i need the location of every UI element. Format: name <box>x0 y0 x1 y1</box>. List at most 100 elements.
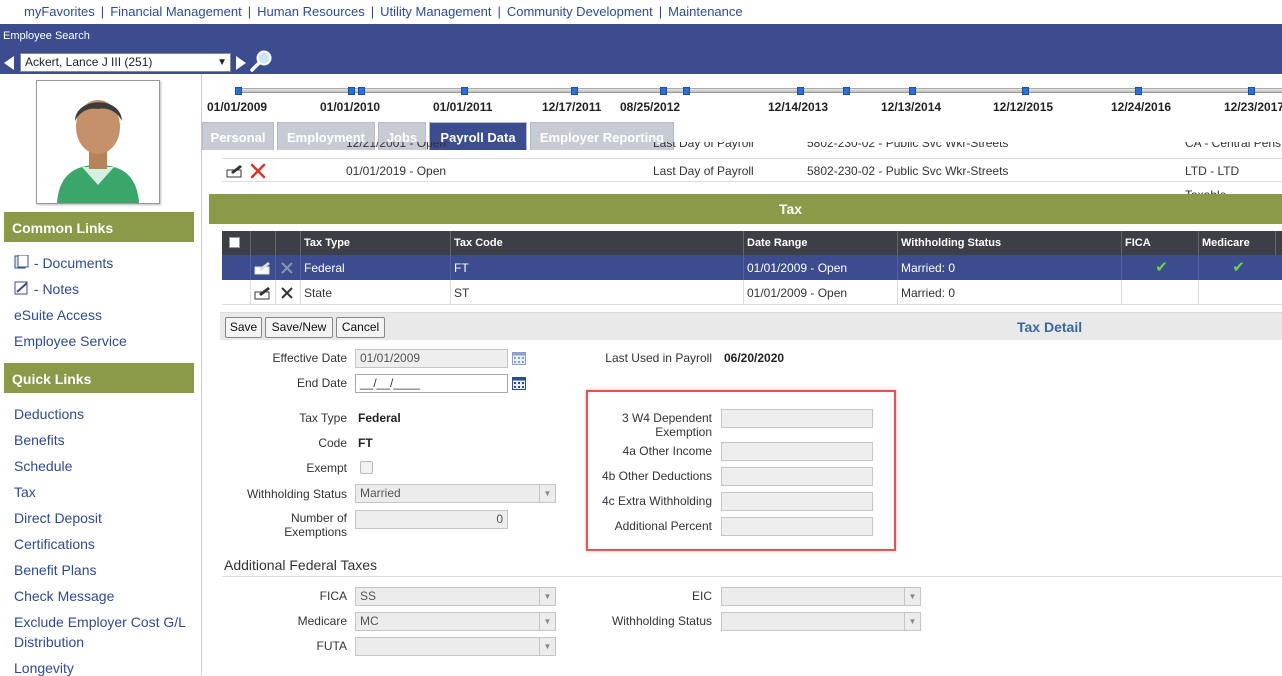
divider <box>222 576 1282 577</box>
withholding-status-select[interactable]: Married ▼ <box>355 484 556 503</box>
sidebar-link-longevity[interactable]: Longevity <box>14 660 74 676</box>
sidebar-link-tax[interactable]: Tax <box>14 484 36 500</box>
sidebar-link-schedule[interactable]: Schedule <box>14 458 72 474</box>
timeline-node[interactable] <box>358 87 365 95</box>
next-employee-arrow-icon[interactable] <box>236 56 246 70</box>
edit-icon[interactable] <box>254 286 272 300</box>
column-tax-code[interactable]: Tax Code <box>450 231 743 255</box>
additional-percent-field[interactable] <box>721 517 873 536</box>
sidebar-link-check-message[interactable]: Check Message <box>14 588 114 604</box>
chevron-down-icon: ▼ <box>539 485 555 502</box>
search-magnifier-icon[interactable] <box>249 49 273 73</box>
detail-toolbar: Save Save/New Cancel Tax Detail <box>220 312 1282 340</box>
edit-icon[interactable] <box>226 164 244 178</box>
other-deductions-field[interactable] <box>721 467 873 486</box>
deduction-row-partial: 12/21/2001 - Open Last Day of Payroll 58… <box>346 142 1282 150</box>
medicare-select[interactable]: MC ▼ <box>355 612 556 631</box>
edit-icon[interactable] <box>254 261 272 275</box>
w4-dependent-exemption-field[interactable] <box>721 409 873 428</box>
sidebar-link-esuite-access[interactable]: eSuite Access <box>14 307 102 323</box>
futa-label: FUTA <box>316 639 347 653</box>
save-new-button[interactable]: Save/New <box>265 317 333 338</box>
timeline-track <box>235 88 1282 93</box>
number-of-exemptions-field[interactable]: 0 <box>355 510 508 529</box>
sidebar-link-direct-deposit[interactable]: Direct Deposit <box>14 510 102 526</box>
effective-date-field[interactable]: 01/01/2009 <box>355 349 508 368</box>
sidebar-link-exclude-employer-cost-line2[interactable]: Distribution <box>14 634 84 650</box>
other-income-field[interactable] <box>721 442 873 461</box>
sidebar-link-documents[interactable]: - Documents <box>14 254 113 271</box>
timeline-node[interactable] <box>1248 87 1255 95</box>
deduction-row[interactable]: 01/01/2019 - Open Last Day of Payroll 58… <box>222 158 1282 202</box>
extra-withholding-field[interactable] <box>721 492 873 511</box>
previous-employee-arrow-icon[interactable] <box>4 56 14 70</box>
table-row[interactable]: State ST 01/01/2009 - Open Married: 0 <box>222 280 1282 305</box>
timeline-date[interactable]: 12/12/2015 <box>993 100 1053 114</box>
table-row[interactable]: Federal FT 01/01/2009 - Open Married: 0 … <box>222 255 1282 280</box>
timeline-node[interactable] <box>660 87 667 95</box>
fica-select[interactable]: SS ▼ <box>355 587 556 606</box>
exempt-checkbox[interactable] <box>360 461 373 474</box>
nav-human-resources[interactable]: Human Resources <box>257 4 365 19</box>
calendar-icon[interactable] <box>512 351 526 365</box>
timeline-node[interactable] <box>571 87 578 95</box>
exempt-label: Exempt <box>306 461 347 475</box>
sidebar-link-exclude-employer-cost[interactable]: Exclude Employer Cost G/L <box>14 614 186 630</box>
sidebar-link-deductions[interactable]: Deductions <box>14 406 84 422</box>
column-date-range[interactable]: Date Range <box>743 231 897 255</box>
timeline-date[interactable]: 12/14/2013 <box>768 100 828 114</box>
save-button[interactable]: Save <box>225 317 262 338</box>
timeline-node[interactable] <box>909 87 916 95</box>
timeline-node[interactable] <box>843 87 850 95</box>
sidebar-link-notes[interactable]: - Notes <box>14 281 79 297</box>
eic-select[interactable]: ▼ <box>721 587 921 606</box>
timeline-node[interactable] <box>348 87 355 95</box>
nav-utility-management[interactable]: Utility Management <box>380 4 491 19</box>
timeline-node[interactable] <box>797 87 804 95</box>
effective-date-label: Effective Date <box>272 351 347 365</box>
extra-withholding-label: 4c Extra Withholding <box>601 494 712 508</box>
nav-maintenance[interactable]: Maintenance <box>668 4 742 19</box>
withholding-status-label: Withholding Status <box>246 487 347 501</box>
timeline-date[interactable]: 01/01/2009 <box>207 100 267 114</box>
tax-section-header: Tax <box>209 194 1282 224</box>
end-date-field[interactable]: __/__/____ <box>355 374 508 393</box>
timeline-date[interactable]: 12/17/2011 <box>542 100 601 114</box>
timeline-node[interactable] <box>461 87 468 95</box>
column-tax-type[interactable]: Tax Type <box>300 231 450 255</box>
timeline-node[interactable] <box>683 87 690 95</box>
timeline-date[interactable]: 12/13/2014 <box>881 100 941 114</box>
sidebar-link-benefits[interactable]: Benefits <box>14 432 65 448</box>
timeline-date[interactable]: 12/24/2016 <box>1111 100 1171 114</box>
timeline-date[interactable]: 01/01/2010 <box>320 100 380 114</box>
column-fica[interactable]: FICA <box>1121 231 1198 255</box>
calendar-icon[interactable] <box>512 376 526 390</box>
timeline-date[interactable]: 01/01/2011 <box>433 100 492 114</box>
nav-myfavorites[interactable]: myFavorites <box>24 4 95 19</box>
tax-type-value: Federal <box>358 411 401 425</box>
timeline-node[interactable] <box>1135 87 1142 95</box>
common-links-header: Common Links <box>4 212 194 242</box>
other-income-label: 4a Other Income <box>622 444 712 458</box>
nav-community-development[interactable]: Community Development <box>507 4 653 19</box>
timeline-date[interactable]: 08/25/2012 <box>620 100 680 114</box>
sidebar-link-benefit-plans[interactable]: Benefit Plans <box>14 562 97 578</box>
additional-withholding-status-select[interactable]: ▼ <box>721 612 921 631</box>
sidebar-link-employee-service[interactable]: Employee Service <box>14 333 127 349</box>
select-all-checkbox[interactable] <box>229 237 240 248</box>
column-medicare[interactable]: Medicare <box>1198 231 1275 255</box>
timeline-node[interactable] <box>1022 87 1029 95</box>
sidebar: Common Links - Documents - Notes eSuite … <box>0 74 202 676</box>
employee-select[interactable]: Ackert, Lance J III (251) ▼ <box>20 53 231 72</box>
other-deductions-label: 4b Other Deductions <box>601 469 712 483</box>
timeline-date[interactable]: 12/23/2017 <box>1224 100 1282 114</box>
nav-financial-management[interactable]: Financial Management <box>110 4 242 19</box>
chevron-down-icon: ▼ <box>904 613 920 630</box>
sidebar-link-certifications[interactable]: Certifications <box>14 536 95 552</box>
column-withholding-status[interactable]: Withholding Status <box>897 231 1121 255</box>
delete-icon[interactable] <box>250 163 266 179</box>
futa-select[interactable]: ▼ <box>355 637 556 656</box>
eic-label: EIC <box>691 589 712 603</box>
timeline-node[interactable] <box>235 87 242 95</box>
cancel-button[interactable]: Cancel <box>336 317 385 338</box>
